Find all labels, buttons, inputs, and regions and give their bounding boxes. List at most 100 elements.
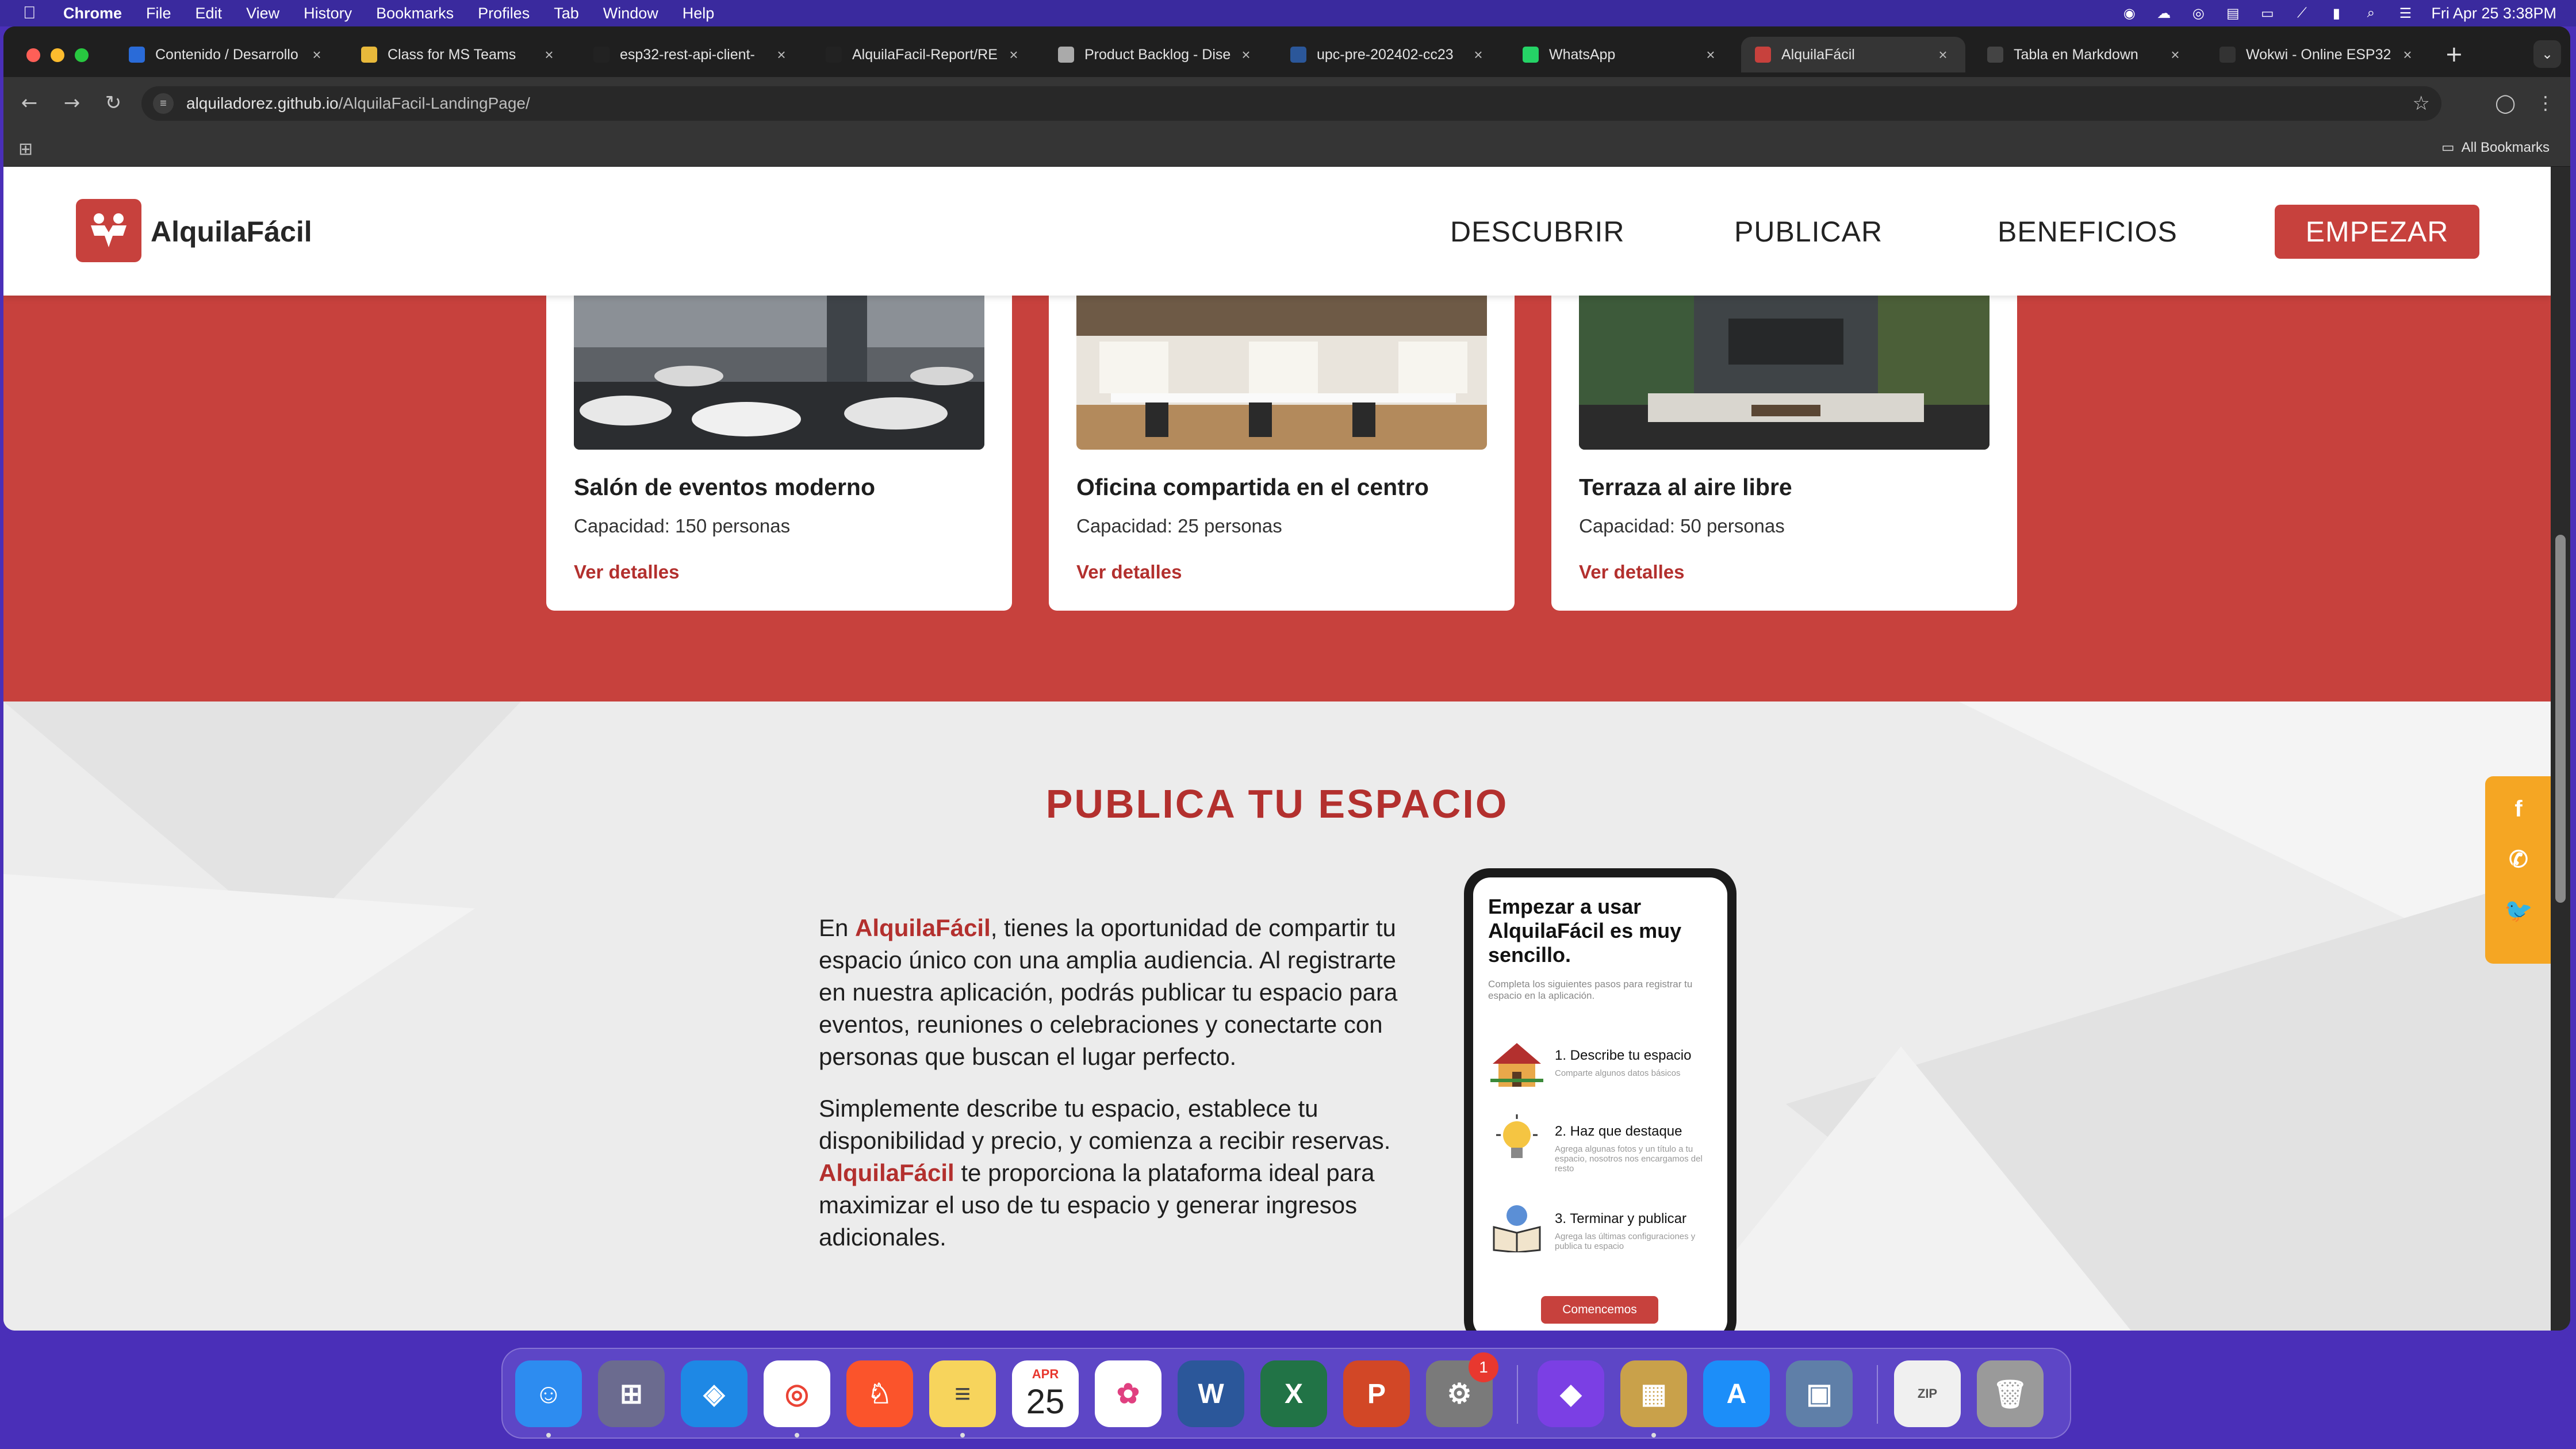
browser-tab[interactable]: Product Backlog - Dise × <box>1044 37 1268 72</box>
close-tab-icon[interactable]: × <box>1702 46 1719 64</box>
scrollbar-thumb[interactable] <box>2555 535 2566 903</box>
profile-icon[interactable]: ◯ <box>2492 90 2518 116</box>
twitter-icon[interactable]: 🐦 <box>2485 890 2551 930</box>
step-desc: Comparte algunos datos básicos <box>1555 1068 1681 1078</box>
close-tab-icon[interactable]: × <box>2399 46 2416 64</box>
browser-tab[interactable]: Contenido / Desarrollo × <box>115 37 339 72</box>
card-details-link[interactable]: Ver detalles <box>1579 561 1684 583</box>
finder-icon[interactable]: ☺ <box>515 1360 582 1427</box>
menu-help[interactable]: Help <box>683 5 715 22</box>
menu-bar-clock[interactable]: Fri Apr 25 3:38PM <box>2431 5 2556 22</box>
card-details-link[interactable]: Ver detalles <box>1076 561 1182 583</box>
bookmarks-bar: ⊞ ▭ All Bookmarks <box>3 129 2570 167</box>
card-details-link[interactable]: Ver detalles <box>574 561 679 583</box>
close-tab-icon[interactable]: × <box>540 46 558 64</box>
browser-tab[interactable]: Tabla en Markdown × <box>1973 37 2198 72</box>
alquilafacil-logo-icon[interactable] <box>76 199 141 262</box>
word-icon[interactable]: W <box>1178 1360 1244 1427</box>
more-menu-icon[interactable]: ⋮ <box>2532 90 2559 116</box>
azure-icon <box>1058 47 1074 63</box>
whatsapp-icon[interactable]: ✆ <box>2485 839 2551 880</box>
brave-icon[interactable]: ♘ <box>846 1360 913 1427</box>
menu-edit[interactable]: Edit <box>195 5 223 22</box>
archive-utility-icon[interactable]: ▦ <box>1620 1360 1687 1427</box>
apps-grid-icon[interactable]: ⊞ <box>18 139 33 159</box>
status-keyboard-icon[interactable]: ▤ <box>2224 6 2241 21</box>
apple-icon[interactable]:  <box>23 3 46 23</box>
step-title: 1. Describe tu espacio <box>1555 1048 1692 1063</box>
browser-tab[interactable]: upc-pre-202402-cc23 × <box>1276 37 1501 72</box>
close-tab-icon[interactable]: × <box>1934 46 1952 64</box>
page-scrollbar[interactable] <box>2551 167 2570 1331</box>
browser-tab[interactable]: AlquilaFácil × <box>1741 37 1965 72</box>
excel-icon[interactable]: X <box>1260 1360 1327 1427</box>
spotlight-search-icon[interactable]: ⌕ <box>2362 5 2379 21</box>
preview-icon[interactable]: ▣ <box>1786 1360 1853 1427</box>
control-center-icon[interactable]: ☰ <box>2397 6 2414 21</box>
all-bookmarks-button[interactable]: ▭ All Bookmarks <box>2441 139 2550 156</box>
browser-tab[interactable]: WhatsApp × <box>1509 37 1733 72</box>
close-tab-icon[interactable]: × <box>1005 46 1022 64</box>
minimize-window-button[interactable] <box>51 48 64 62</box>
photos-icon[interactable]: ✿ <box>1095 1360 1162 1427</box>
forward-button[interactable]: → <box>59 90 85 116</box>
browser-tab[interactable]: Class for MS Teams × <box>347 37 572 72</box>
status-battery-icon[interactable]: ▮ <box>2328 6 2345 21</box>
site-info-icon[interactable]: ≡ <box>153 93 174 114</box>
nav-descubrir[interactable]: DESCUBRIR <box>1450 215 1624 248</box>
menu-file[interactable]: File <box>146 5 171 22</box>
wifi-off-icon[interactable]: ⟋ <box>2293 5 2310 21</box>
new-tab-button[interactable]: + <box>2445 41 2463 67</box>
browser-tab[interactable]: Wokwi - Online ESP32 × <box>2206 37 2430 72</box>
menu-window[interactable]: Window <box>603 5 658 22</box>
grid-icon <box>361 47 377 63</box>
reload-button[interactable]: ↻ <box>100 90 126 116</box>
close-tab-icon[interactable]: × <box>1470 46 1487 64</box>
app-store-icon[interactable]: A <box>1703 1360 1770 1427</box>
menu-history[interactable]: History <box>304 5 352 22</box>
close-tab-icon[interactable]: × <box>308 46 325 64</box>
notes-icon[interactable]: ≡ <box>929 1360 996 1427</box>
jetbrains-icon[interactable]: ◆ <box>1538 1360 1604 1427</box>
menu-app-name[interactable]: Chrome <box>63 5 122 22</box>
zip-file-icon[interactable]: ZIP <box>1894 1360 1961 1427</box>
close-window-button[interactable] <box>26 48 40 62</box>
back-button[interactable]: ← <box>16 90 43 116</box>
nav-beneficios[interactable]: BENEFICIOS <box>1998 215 2178 248</box>
browser-tab[interactable]: esp32-rest-api-client- × <box>580 37 804 72</box>
empezar-button[interactable]: EMPEZAR <box>2275 205 2479 259</box>
bookmark-star-icon[interactable]: ☆ <box>2413 92 2430 115</box>
powerpoint-icon[interactable]: P <box>1343 1360 1410 1427</box>
open-book-icon <box>1488 1201 1546 1254</box>
nav-publicar[interactable]: PUBLICAR <box>1734 215 1883 248</box>
launchpad-icon[interactable]: ⊞ <box>598 1360 665 1427</box>
status-display-icon[interactable]: ▭ <box>2259 6 2276 21</box>
tab-search-button[interactable]: ⌄ <box>2533 40 2561 68</box>
step-title: 2. Haz que destaque <box>1555 1124 1682 1139</box>
status-cloud-icon[interactable]: ☁ <box>2155 6 2172 21</box>
calendar-icon[interactable]: APR 25 <box>1012 1360 1079 1427</box>
menu-bookmarks[interactable]: Bookmarks <box>376 5 454 22</box>
phone-title: Empezar a usar AlquilaFácil es muy senci… <box>1488 895 1682 967</box>
close-tab-icon[interactable]: × <box>773 46 790 64</box>
address-bar[interactable]: ≡ alquiladorez.github.io/AlquilaFacil-La… <box>141 86 2441 121</box>
site-brand-name[interactable]: AlquilaFácil <box>151 215 312 248</box>
status-creative-icon[interactable]: ◎ <box>2190 6 2207 21</box>
facebook-icon[interactable]: f <box>2485 789 2551 829</box>
menu-tab[interactable]: Tab <box>554 5 579 22</box>
browser-tab[interactable]: AlquilaFacil-Report/RE × <box>812 37 1036 72</box>
window-controls <box>26 48 89 62</box>
trash-icon[interactable]: 🗑 <box>1977 1360 2044 1427</box>
close-tab-icon[interactable]: × <box>2167 46 2184 64</box>
step-desc: Agrega las últimas configuraciones y pub… <box>1555 1232 1696 1251</box>
safari-icon[interactable]: ◈ <box>681 1360 747 1427</box>
comencemos-button[interactable]: Comencemos <box>1541 1296 1658 1324</box>
close-tab-icon[interactable]: × <box>1237 46 1255 64</box>
zoom-window-button[interactable] <box>75 48 89 62</box>
phone-mockup: Empezar a usar AlquilaFácil es muy senci… <box>1464 868 1736 1331</box>
chrome-icon[interactable]: ◎ <box>764 1360 830 1427</box>
github-icon <box>593 47 610 63</box>
menu-profiles[interactable]: Profiles <box>478 5 530 22</box>
status-user-icon[interactable]: ◉ <box>2121 6 2138 21</box>
menu-view[interactable]: View <box>246 5 279 22</box>
